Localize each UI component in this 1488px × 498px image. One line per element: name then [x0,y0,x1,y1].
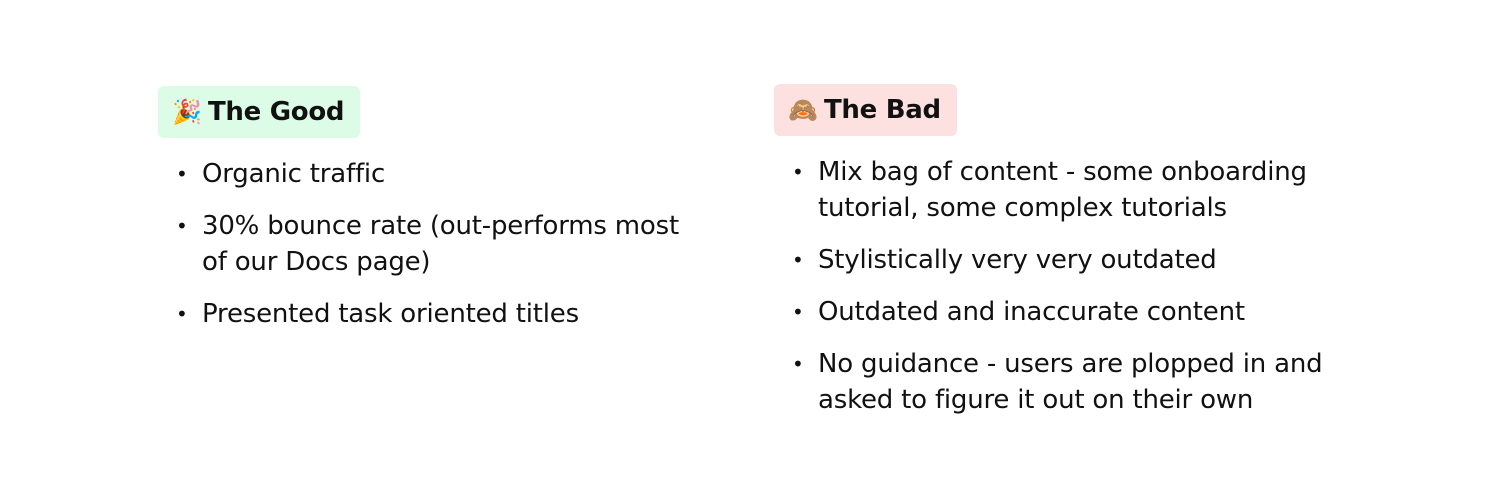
list-item: • Organic traffic [176,159,386,189]
bad-title: The Bad [824,95,941,125]
good-title: The Good [208,97,345,127]
list-item: • Stylistically very very outdated [792,245,1217,275]
party-popper-icon: 🎉 [172,98,202,126]
list-item: • 30% bounce rate (out-performs most of o… [176,211,679,277]
bad-column: 🙈 The Bad • Mix bag of content - some onb… [774,84,1354,434]
good-heading: 🎉 The Good [158,86,361,138]
list-item: • No guidance - users are plopped in and … [792,349,1323,415]
bad-heading: 🙈 The Bad [774,84,957,136]
good-column: 🎉 The Good • Organic traffic • 30% bounce … [158,86,718,348]
see-no-evil-monkey-icon: 🙈 [788,96,818,124]
good-list: • Organic traffic • 30% bounce rate (out-p… [158,156,718,332]
bad-list: • Mix bag of content - some onboarding tu… [774,154,1354,418]
list-item: • Outdated and inaccurate content [792,297,1245,327]
list-item: • Mix bag of content - some onboarding tu… [792,157,1307,223]
list-item: • Presented task oriented titles [176,299,579,329]
